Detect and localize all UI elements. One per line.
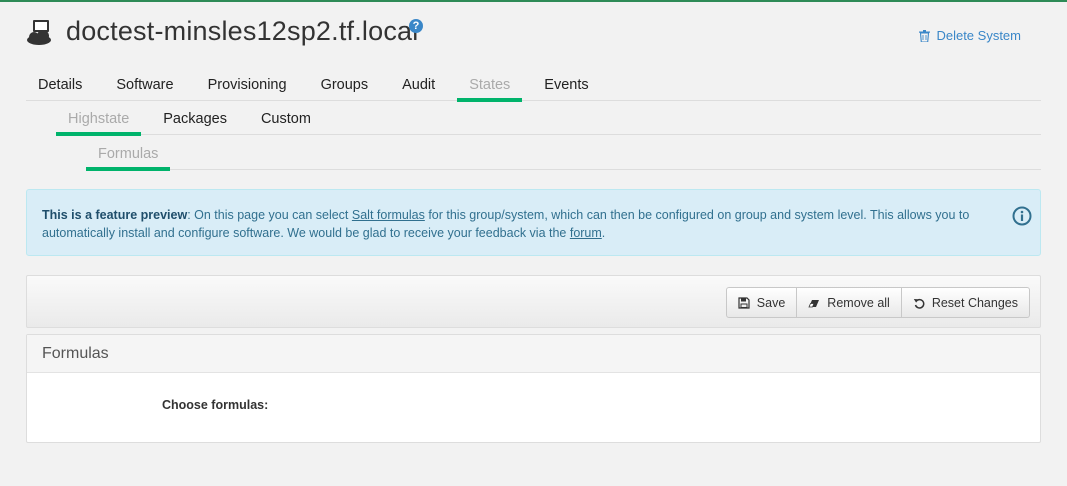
delete-system-label: Delete System [936, 28, 1021, 43]
formulas-panel: Formulas Choose formulas: [26, 334, 1041, 443]
tertiary-tabs: Formulas [86, 145, 1041, 171]
eraser-icon [808, 299, 820, 307]
trash-icon [919, 29, 931, 42]
secondary-tabs: Highstate Packages Custom [56, 110, 1041, 136]
tab-groups[interactable]: Groups [309, 77, 381, 100]
tab-provisioning[interactable]: Provisioning [196, 77, 299, 100]
tab-formulas[interactable]: Formulas [86, 146, 171, 171]
undo-icon [913, 298, 925, 309]
alert-text-3: . [601, 226, 606, 240]
remove-all-button[interactable]: Remove all [797, 287, 902, 318]
tab-states[interactable]: States [457, 77, 523, 102]
page-title: doctest-minsles12sp2.tf.local [66, 16, 419, 46]
tab-custom[interactable]: Custom [249, 111, 323, 134]
info-icon [1012, 206, 1032, 226]
forum-link[interactable]: forum [570, 226, 602, 240]
help-icon[interactable]: ? [409, 19, 423, 33]
tab-software[interactable]: Software [104, 77, 185, 100]
save-label: Save [756, 295, 786, 310]
delete-system-link[interactable]: Delete System [919, 28, 1021, 43]
reset-changes-button[interactable]: Reset Changes [901, 287, 1030, 318]
floppy-disk-icon [738, 296, 750, 309]
tab-events[interactable]: Events [532, 77, 600, 100]
alert-text-1: : On this page you can select [187, 208, 352, 222]
reset-changes-label: Reset Changes [931, 295, 1018, 310]
remove-all-label: Remove all [827, 295, 890, 310]
primary-tabs: Details Software Provisioning Groups Aud… [26, 76, 1041, 102]
tab-highstate[interactable]: Highstate [56, 111, 142, 136]
system-icon [27, 20, 51, 45]
action-button-group: Save Remove all Reset Changes [725, 287, 1030, 318]
panel-heading: Formulas [27, 335, 1040, 373]
salt-formulas-link[interactable]: Salt formulas [352, 208, 425, 222]
alert-bold-text: This is a feature preview [42, 208, 188, 222]
panel-body: Choose formulas: [27, 373, 1040, 443]
tab-audit[interactable]: Audit [390, 77, 447, 100]
page-header: doctest-minsles12sp2.tf.local ? Delete S… [26, 14, 1041, 58]
choose-formulas-label: Choose formulas: [162, 398, 269, 412]
save-button[interactable]: Save [725, 287, 798, 318]
tab-packages[interactable]: Packages [151, 111, 239, 134]
feature-preview-alert: This is a feature preview: On this page … [26, 189, 1041, 256]
action-toolbar: Save Remove all Reset Changes [26, 275, 1041, 328]
tab-details[interactable]: Details [26, 77, 94, 100]
